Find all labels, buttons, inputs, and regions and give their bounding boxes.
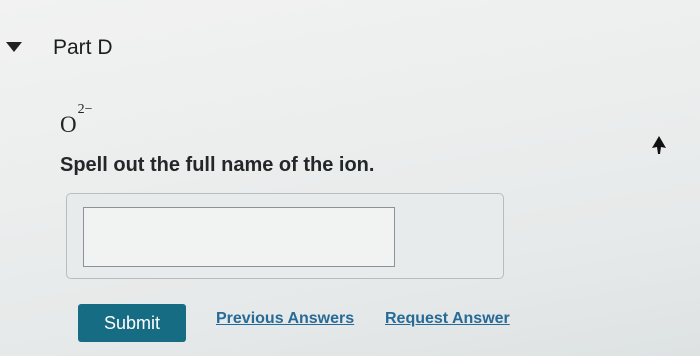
- answer-input[interactable]: [83, 207, 395, 267]
- previous-answers-link[interactable]: Previous Answers: [216, 310, 354, 328]
- request-answer-link[interactable]: Request Answer: [385, 310, 510, 328]
- formula-symbol: O: [60, 112, 77, 137]
- answer-panel: [66, 193, 504, 279]
- mouse-cursor-icon: [652, 136, 666, 154]
- part-title: Part D: [53, 36, 113, 59]
- part-header[interactable]: Part D: [0, 30, 700, 66]
- formula-charge: 2−: [77, 102, 93, 118]
- submit-button[interactable]: Submit: [78, 304, 186, 342]
- caret-down-icon[interactable]: [6, 42, 22, 52]
- ion-formula: O2−: [60, 102, 93, 138]
- question-prompt: Spell out the full name of the ion.: [60, 154, 375, 176]
